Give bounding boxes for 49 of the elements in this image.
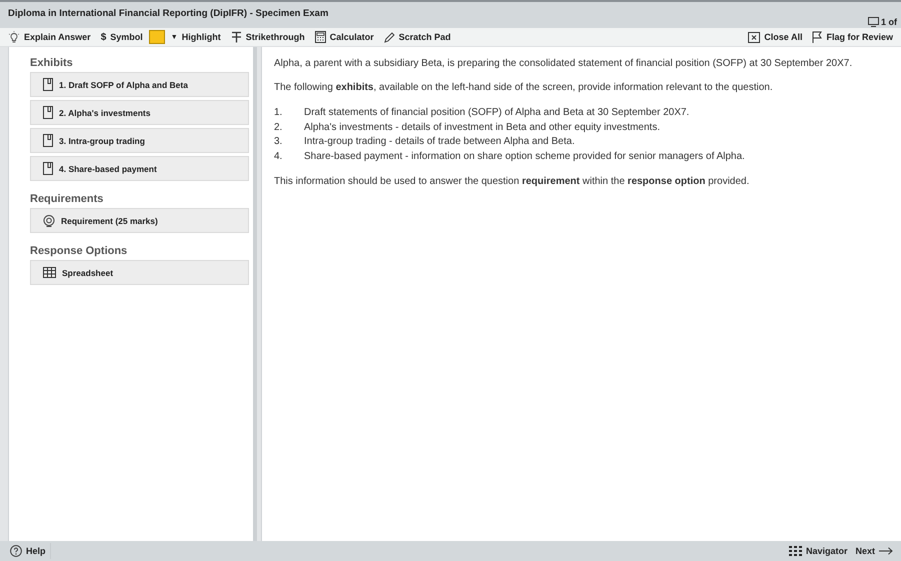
arrow-right-icon	[879, 547, 893, 555]
list-item-text: Draft statements of financial position (SOFP) of Alpha and Beta at 30 September 20X7.	[304, 106, 690, 120]
question-counter: 1 of	[880, 17, 897, 27]
pencil-icon	[384, 32, 395, 42]
toolbar-button[interactable]: Close All	[744, 30, 806, 44]
document-icon	[43, 162, 53, 175]
document-icon	[43, 106, 53, 119]
document-icon	[43, 134, 53, 147]
window-title: Diploma in International Financial Reporting (DipIFR) - Specimen Exam	[8, 8, 328, 19]
section-heading: Response Options	[30, 245, 128, 257]
sidebar-item[interactable]: 2. Alpha's investments	[30, 100, 249, 125]
list-number: 2.	[274, 120, 284, 134]
list-item-text: Share-based payment - information on share option scheme provided for senior managers of Alpha.	[304, 150, 745, 164]
list-number: 3.	[274, 135, 284, 149]
toolbar-button[interactable]: Calculator	[310, 30, 378, 44]
next-button[interactable]: Next	[851, 544, 897, 558]
calculator-icon	[314, 31, 326, 43]
list-number: 4.	[274, 150, 284, 164]
toolbar-button[interactable]: Flag for Review	[808, 30, 897, 44]
sidebar-item[interactable]: 3. Intra-group trading	[30, 128, 249, 153]
list-number: 1.	[274, 106, 284, 120]
target-icon	[43, 214, 55, 226]
strikethrough-icon	[230, 31, 242, 43]
highlight-swatch[interactable]	[148, 30, 165, 44]
toolbar-button[interactable]: Strikethrough	[226, 30, 309, 44]
paragraph: This information should be used to answer the question requirement within the response option provided.	[274, 176, 750, 188]
toolbar-button[interactable]: $ Symbol	[96, 30, 147, 44]
sidebar-item[interactable]: Spreadsheet	[30, 260, 249, 285]
navigator-button[interactable]: Navigator	[784, 544, 852, 558]
document-icon	[43, 78, 53, 91]
grid-icon	[788, 546, 802, 556]
toolbar-button[interactable]: Scratch Pad	[380, 30, 455, 44]
table-icon	[43, 267, 56, 278]
paragraph: Alpha, a parent with a subsidiary Beta, is preparing the consolidated statement of financial position (SOFP) at 30 September 20X7.	[274, 58, 854, 70]
section-heading: Requirements	[30, 193, 104, 205]
monitor-icon	[868, 17, 879, 27]
toolbar-button[interactable]: Explain Answer	[4, 30, 95, 44]
sidebar-item[interactable]: Requirement (25 marks)	[30, 208, 249, 233]
section-heading: Exhibits	[30, 57, 74, 69]
sidebar-item[interactable]: 1. Draft SOFP of Alpha and Beta	[30, 72, 249, 97]
list-item-text: Alpha's investments - details of investment in Beta and other equity investments.	[304, 120, 660, 134]
sidebar-item[interactable]: 4. Share-based payment	[30, 156, 249, 181]
close-icon	[748, 32, 760, 42]
help-icon	[10, 545, 22, 557]
flag-icon	[812, 31, 822, 43]
list-item-text: Intra-group trading - details of trade between Alpha and Beta.	[304, 135, 575, 149]
lightbulb-icon	[8, 31, 20, 43]
paragraph: The following exhibits, available on the left-hand side of the screen, provide information relevant to the question.	[274, 82, 774, 94]
help-button[interactable]: Help	[6, 543, 51, 559]
